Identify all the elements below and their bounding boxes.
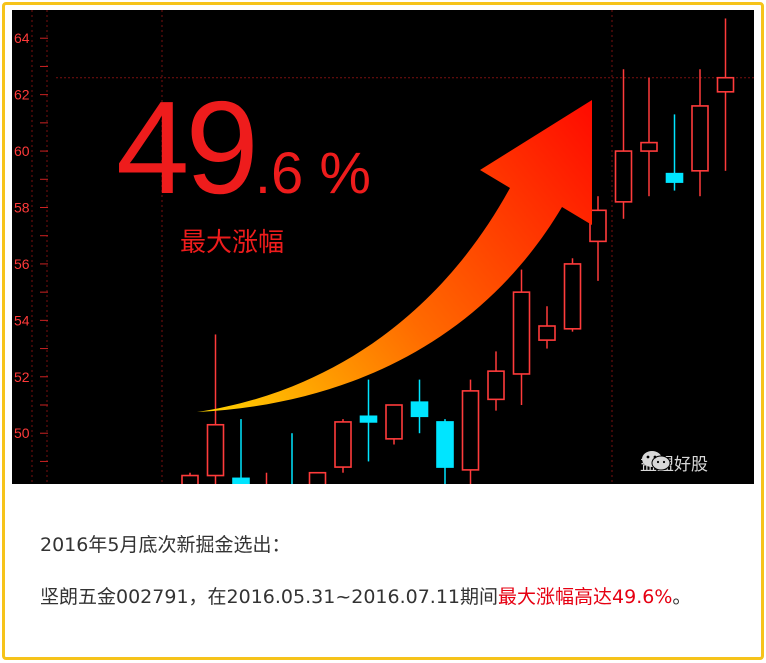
y-tick-label: 64 <box>14 30 30 46</box>
candle-body <box>538 325 556 341</box>
candle <box>691 69 709 197</box>
y-tick-label: 58 <box>14 200 30 216</box>
candle <box>487 351 505 411</box>
candle-body <box>308 471 327 484</box>
y-tick-label: 54 <box>14 312 30 328</box>
candle-body <box>512 291 531 375</box>
candle <box>461 379 480 484</box>
candle-body <box>487 370 505 401</box>
candle <box>538 306 556 349</box>
caption-highlight: 最大涨幅高达49.6% <box>498 586 673 608</box>
candle-body <box>436 421 454 468</box>
candle-body <box>334 421 352 468</box>
candle-body <box>614 150 633 203</box>
candle <box>291 433 293 484</box>
candle <box>665 114 684 191</box>
candle-body <box>385 404 403 440</box>
candle-body <box>716 76 735 93</box>
gain-fraction: .6 % <box>254 141 371 206</box>
candle <box>181 472 199 484</box>
y-tick-label: 56 <box>14 256 30 272</box>
candle <box>385 404 403 445</box>
candle <box>716 18 735 171</box>
gain-integer: 49 <box>116 74 259 221</box>
candle <box>614 69 633 219</box>
y-tick-label: 52 <box>14 369 30 385</box>
candlestick-chart: 64 62 60 58 56 54 52 50 49.6 % 最大涨幅 益盟好股 <box>12 10 754 484</box>
max-gain-label: 最大涨幅 <box>180 228 285 258</box>
candle-body <box>665 172 684 183</box>
y-axis-ticks: 64 62 60 58 56 54 52 50 <box>14 30 30 441</box>
wechat-icon <box>642 451 671 471</box>
candle <box>265 472 268 484</box>
candle-body <box>359 415 378 423</box>
candle-body <box>181 474 199 484</box>
candle-body <box>589 209 607 243</box>
y-tick-label: 60 <box>14 143 30 159</box>
candle-body <box>691 105 709 172</box>
caption-stock-period: 坚朗五金002791，在2016.05.31~2016.07.11期间 <box>40 586 499 608</box>
y-tick-label: 62 <box>14 87 30 103</box>
gain-annotation: 49.6 % <box>116 82 371 214</box>
candle <box>334 419 352 473</box>
candle <box>589 196 607 281</box>
candle-body <box>206 423 225 477</box>
candle-body <box>232 477 250 484</box>
candle <box>410 379 429 434</box>
candle <box>232 419 250 484</box>
candle-body <box>461 390 480 471</box>
candle-body <box>563 263 582 330</box>
candle <box>359 379 378 462</box>
y-tick-label: 50 <box>14 425 30 441</box>
candle-body <box>640 141 658 152</box>
candle <box>640 77 658 197</box>
candle <box>436 419 454 484</box>
watermark: 益盟好股 <box>640 450 708 475</box>
caption-line-2: 坚朗五金002791，在2016.05.31~2016.07.11期间最大涨幅高… <box>40 582 691 609</box>
caption-end: 。 <box>672 586 692 608</box>
candle <box>308 471 327 484</box>
candle <box>512 269 531 405</box>
caption-line-1: 2016年5月底次新掘金选出： <box>40 534 291 556</box>
candle <box>563 258 582 332</box>
candle-body <box>410 401 429 418</box>
